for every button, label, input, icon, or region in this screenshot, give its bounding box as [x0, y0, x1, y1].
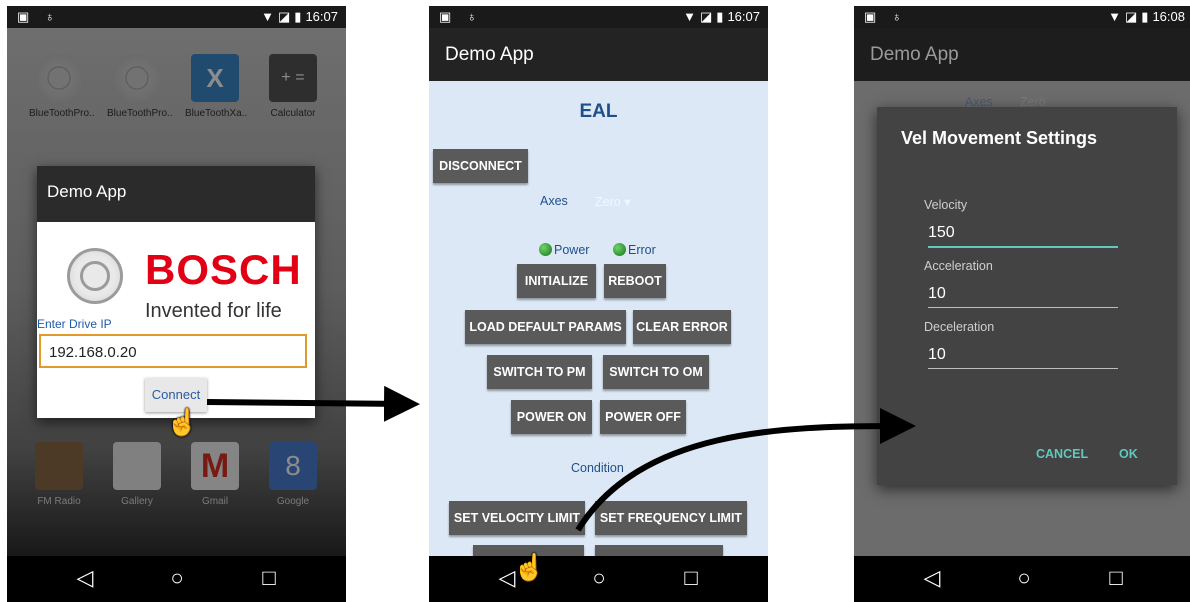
arrow-connect-to-app — [206, 385, 420, 422]
flow-arrows — [206, 385, 916, 532]
arrow-move-velocity-to-dialog — [575, 408, 916, 532]
